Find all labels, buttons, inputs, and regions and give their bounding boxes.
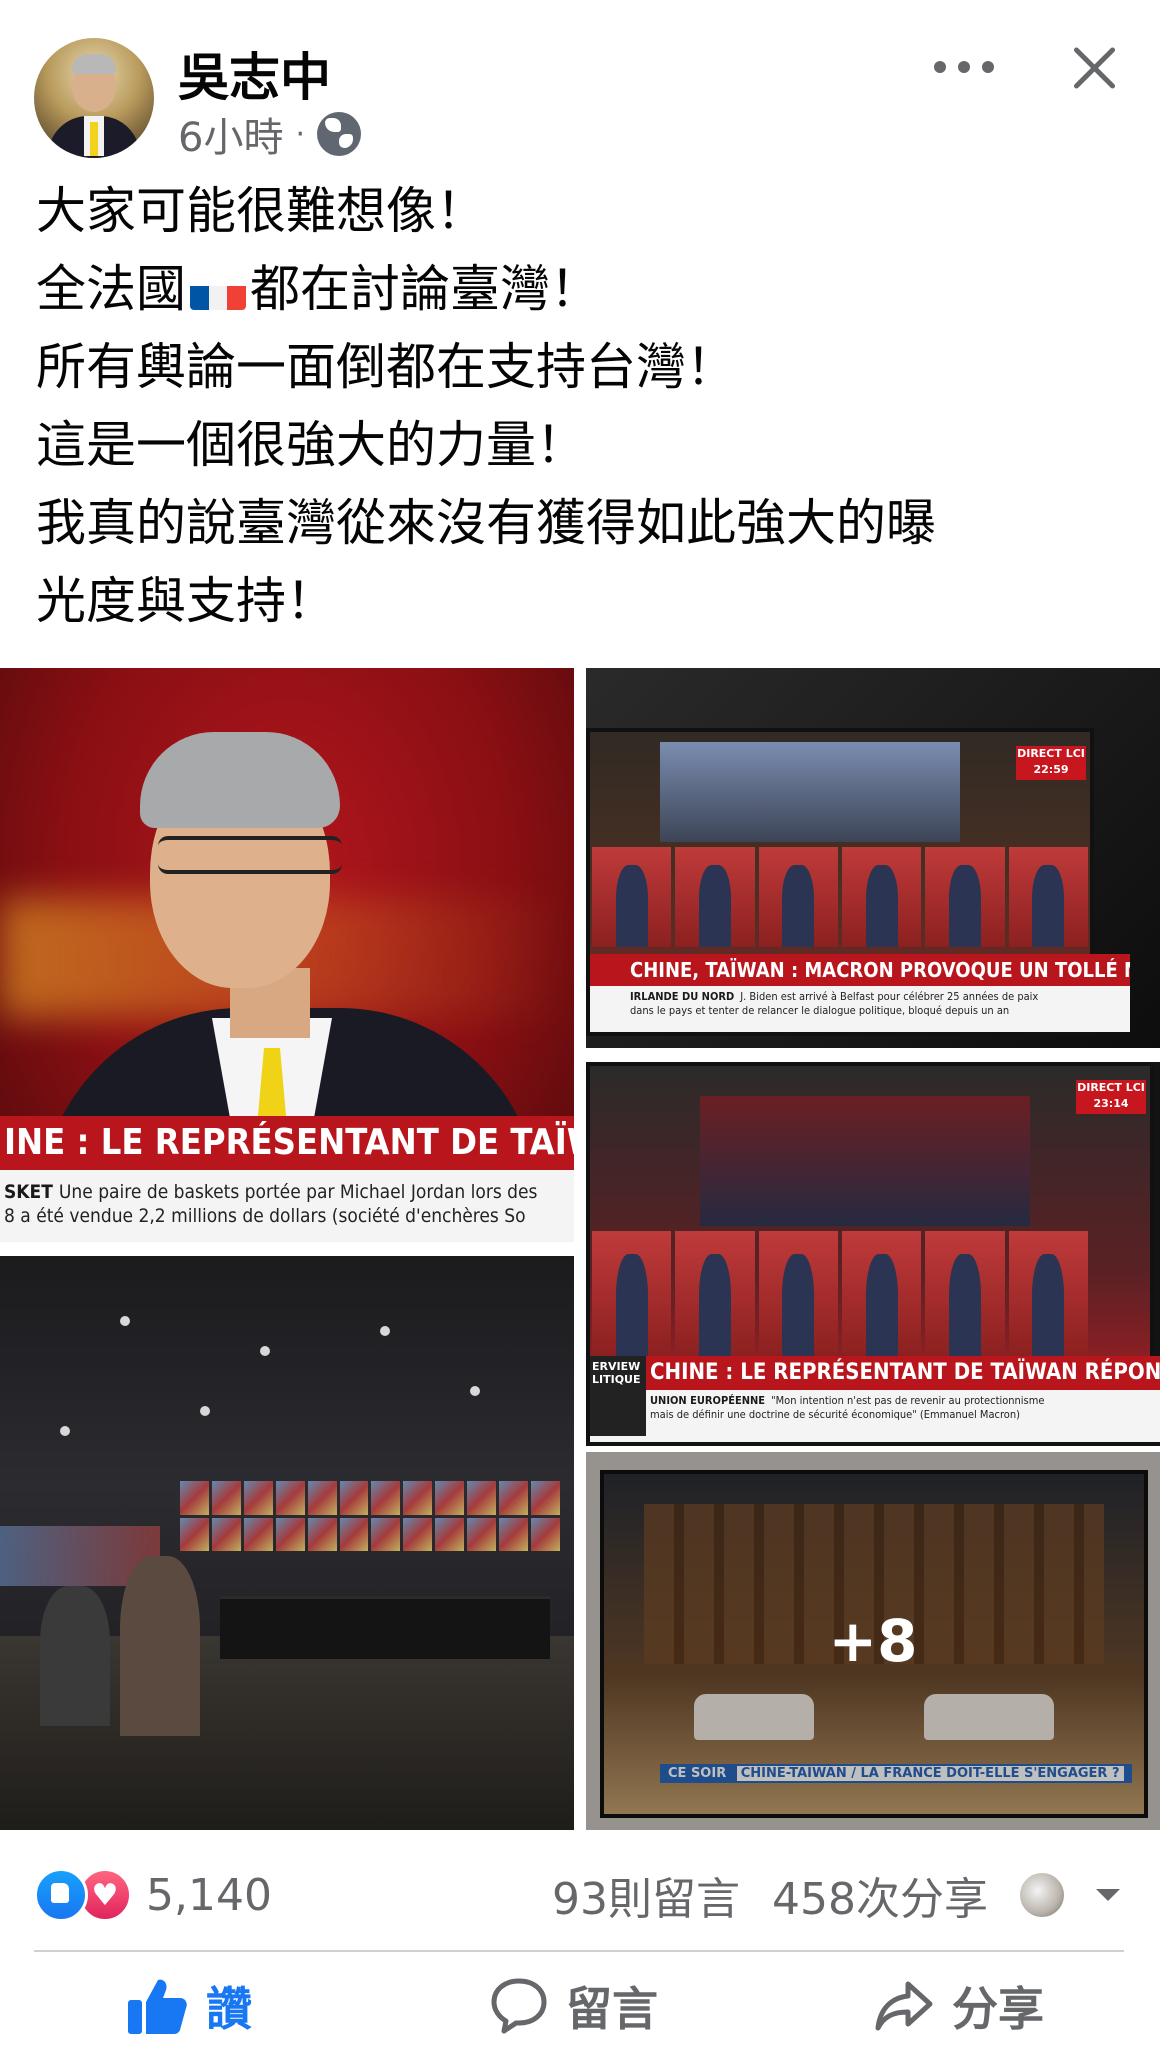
meta-separator: · [295, 116, 305, 152]
comment-label: 留言 [566, 1982, 658, 2036]
ticker-line: 8 a été vendue 2,2 millions de dollars (… [4, 1205, 526, 1227]
globe-icon [317, 112, 361, 156]
ticker-line: Une paire de baskets portée par Michael … [58, 1181, 538, 1203]
post-text-segment: 全法國 [36, 260, 186, 318]
ticker-line: "Mon intention n'est pas de revenir au p… [771, 1394, 1045, 1407]
divider [34, 1950, 1124, 1952]
post-text-line: 我真的說臺灣從來沒有獲得如此強大的曝 [36, 494, 936, 552]
post-text-line: 大家可能很難想像！ [36, 182, 486, 240]
photo-4-tv-panel[interactable]: DIRECT LCI 23:14 CHINE : LE REPRÉSENTANT … [586, 1062, 1160, 1446]
more-photos-overlay[interactable]: +8 [586, 1452, 1160, 1830]
share-count[interactable]: 458次分享 [772, 1863, 988, 1927]
tv-banner: CHINE : LE REPRÉSENTANT DE TAÏWAN RÉPOND… [590, 1356, 1160, 1390]
like-label: 讚 [206, 1982, 252, 2036]
post-timestamp[interactable]: 6小時 [178, 105, 283, 163]
more-horizontal-icon [934, 61, 946, 73]
reactions-summary[interactable]: 5,140 [34, 1866, 272, 1924]
ticker-line: dans le pays et tenter de relancer le di… [630, 1004, 1010, 1017]
ticker-tag: UNION EUROPÉENNE [650, 1394, 766, 1407]
channel-logo: DIRECT LCI 22:59 [1016, 746, 1086, 780]
post-text-line: 這是一個很強大的力量！ [36, 416, 586, 474]
post-text-line: 光度與支持！ [36, 572, 336, 630]
tv-ticker: IRLANDE DU NORD J. Biden est arrivé à Bel… [590, 986, 1130, 1032]
monitor-wall [180, 1481, 560, 1551]
photo-2-tv-panel[interactable]: DIRECT LCI 22:59 CHINE, TAÏWAN : MACRON P… [586, 668, 1160, 1048]
like-button[interactable]: 讚 [126, 1974, 252, 2038]
ticker-tag: SKET [4, 1181, 53, 1203]
close-button[interactable] [1066, 40, 1122, 96]
like-reaction-icon [34, 1868, 88, 1922]
share-button[interactable]: 分享 [874, 1974, 1044, 2038]
post-text-line: 全法國 都在討論臺灣！ [36, 250, 1126, 328]
tv-screen: DIRECT LCI 23:14 CHINE : LE REPRÉSENTANT … [586, 1062, 1160, 1442]
chevron-down-icon[interactable] [1096, 1889, 1120, 1901]
post-text-line: 所有輿論一面倒都在支持台灣！ [36, 338, 736, 396]
tv-ticker: UNION EUROPÉENNE "Mon intention n'est pas… [590, 1390, 1160, 1442]
comment-count[interactable]: 93則留言 [552, 1863, 740, 1927]
channel-logo: DIRECT LCI 23:14 [1076, 1080, 1146, 1114]
side-label: ERVIEW LITIQUE [590, 1356, 646, 1436]
photo-5-tv-show[interactable]: CE SOIR CHINE-TAÏWAN / LA FRANCE DOIT-EL… [586, 1452, 1160, 1830]
author-avatar[interactable] [34, 38, 154, 158]
comment-button[interactable]: 留言 [490, 1974, 658, 2038]
share-label: 分享 [952, 1982, 1044, 2036]
more-photos-count: +8 [828, 1607, 918, 1675]
tv-screen: DIRECT LCI 22:59 CHINE, TAÏWAN : MACRON P… [586, 728, 1130, 1036]
photo-3-control-room[interactable] [0, 1256, 574, 1830]
ticker-tag: IRLANDE DU NORD [630, 990, 735, 1003]
post-meta: 6小時 · [178, 110, 361, 161]
tv-banner: CHINE, TAÏWAN : MACRON PROVOQUE UN TOLLÉ… [590, 954, 1130, 986]
share-icon [875, 1981, 933, 2031]
tv-ticker: SKET Une paire de baskets portée par Mich… [0, 1170, 574, 1242]
viewer-avatar[interactable] [1020, 1873, 1064, 1917]
reaction-count: 5,140 [146, 1869, 272, 1921]
post-text-segment: 都在討論臺灣！ [250, 260, 600, 318]
thumbs-up-icon [128, 1979, 187, 2034]
author-name[interactable]: 吳志中 [178, 36, 331, 110]
post-stats: 93則留言 458次分享 [520, 1863, 1120, 1927]
more-options-button[interactable] [934, 52, 994, 82]
tv-banner: INE : LE REPRÉSENTANT DE TAÏWAN RÉPON [0, 1116, 574, 1170]
ticker-line: mais de définir une doctrine de sécurité… [650, 1408, 1020, 1421]
french-flag-emoji [190, 270, 246, 310]
post-text: 大家可能很難想像！ 全法國 都在討論臺灣！ 所有輿論一面倒都在支持台灣！ 這是一個… [36, 172, 1126, 640]
photo-1-interview[interactable]: INE : LE REPRÉSENTANT DE TAÏWAN RÉPON SK… [0, 668, 574, 1242]
comment-icon [491, 1978, 547, 2034]
ticker-line: J. Biden est arrivé à Belfast pour céléb… [740, 990, 1039, 1003]
